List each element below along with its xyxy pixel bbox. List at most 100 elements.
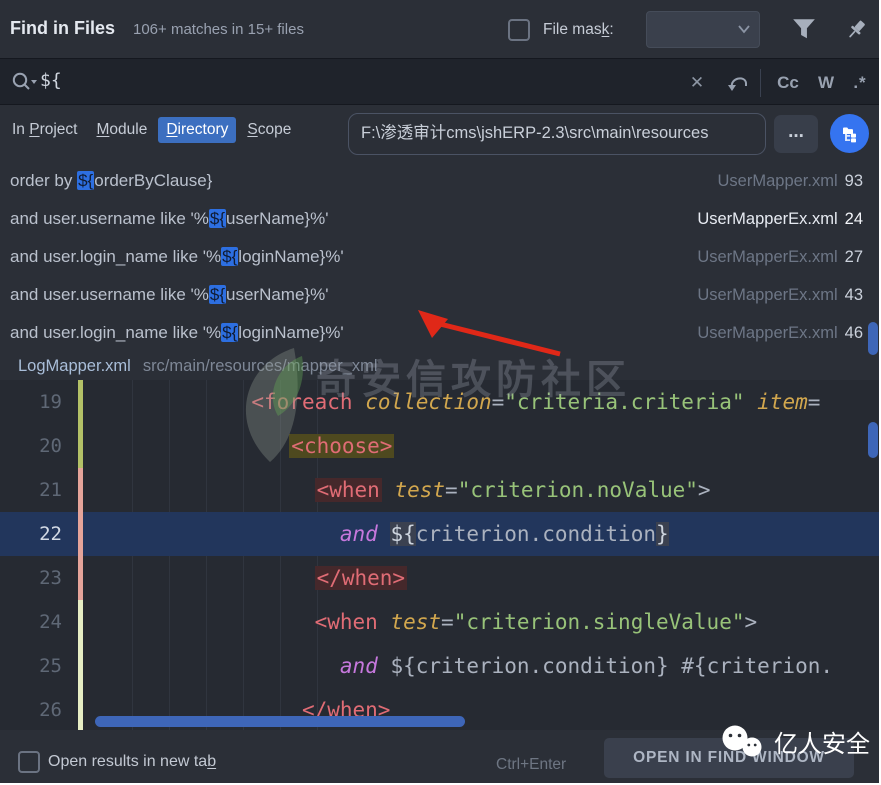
line-number: 19 <box>39 391 62 413</box>
code-segment: <foreach <box>251 390 353 414</box>
scope-structure-button[interactable] <box>830 114 869 153</box>
match-case-toggle[interactable]: Cc <box>770 59 806 106</box>
newline-arrow-icon[interactable] <box>722 59 754 106</box>
vcs-change-marker <box>78 556 83 600</box>
mnemonic-letter: b <box>207 753 217 770</box>
file-mask-checkbox[interactable] <box>508 19 530 41</box>
words-toggle[interactable]: W <box>810 59 842 106</box>
vcs-change-marker <box>78 468 83 512</box>
vcs-change-marker <box>78 380 83 424</box>
mnemonic-letter: k <box>601 21 610 38</box>
line-number: 24 <box>39 611 62 633</box>
code-segment: test <box>394 478 446 502</box>
scope-tabs: In Project Module Directory Scope <box>4 117 302 143</box>
result-row[interactable]: and user.username like '%${userName}%' Us… <box>0 200 879 238</box>
open-results-checkbox[interactable] <box>18 751 40 773</box>
vcs-change-marker <box>78 424 83 468</box>
code-segment: = <box>491 390 505 414</box>
scope-tab-module[interactable]: Module <box>88 117 155 143</box>
code-segment: = <box>807 390 821 414</box>
result-row[interactable]: and user.login_name like '%${loginName}%… <box>0 238 879 276</box>
code-segment: collection <box>365 390 492 414</box>
group-file-name: LogMapper.xml <box>18 356 131 375</box>
scope-tab-scope[interactable]: Scope <box>239 117 299 143</box>
scope-bar: In Project Module Directory Scope F:\渗透审计cm… <box>0 105 879 162</box>
result-line-number: 93 <box>844 171 863 190</box>
vcs-change-marker <box>78 644 83 688</box>
search-match-highlight: ${ <box>208 285 226 304</box>
mnemonic-letter: S <box>247 121 258 138</box>
directory-path-field[interactable]: F:\渗透审计cms\jshERP-2.3\src\main\resources <box>348 113 766 155</box>
pin-icon[interactable] <box>843 17 869 43</box>
result-line-number: 46 <box>844 323 863 342</box>
editor-line-19[interactable]: 19 <foreach collection="criteria.criteri… <box>0 380 879 424</box>
result-file-name: UserMapperEx.xml <box>697 247 838 266</box>
code-text: <when test="criterion.singleValue"> <box>87 610 879 634</box>
editor-line-23[interactable]: 23 </when> <box>0 556 879 600</box>
line-number: 21 <box>39 479 62 501</box>
result-row[interactable]: and user.login_name like '%${loginName}%… <box>0 314 879 352</box>
vcs-change-marker <box>78 512 83 556</box>
result-row[interactable]: and user.username like '%${userName}%' Us… <box>0 276 879 314</box>
mnemonic-letter: M <box>96 121 110 138</box>
editor-vscrollbar[interactable] <box>868 422 878 458</box>
search-input[interactable]: ${ <box>40 70 62 91</box>
result-row[interactable]: order by ${orderByClause} UserMapper.xml 9… <box>0 162 879 200</box>
editor-hscrollbar[interactable] <box>95 716 465 727</box>
search-icon[interactable] <box>10 70 40 94</box>
code-segment: <when <box>314 478 382 502</box>
code-text: </when> <box>87 566 879 590</box>
file-mask-select[interactable] <box>646 11 760 48</box>
line-number: 23 <box>39 567 62 589</box>
code-segment: = <box>441 610 454 634</box>
filter-icon[interactable] <box>791 17 817 41</box>
result-file-name: UserMapperEx.xml <box>697 209 838 228</box>
dialog-header: Find in Files 106+ matches in 15+ files … <box>0 0 879 58</box>
scope-tab-directory[interactable]: Directory <box>158 117 237 143</box>
line-number: 20 <box>39 435 62 457</box>
search-match-highlight: ${ <box>221 247 239 266</box>
result-file-name: UserMapper.xml <box>717 171 838 190</box>
code-segment: item <box>757 390 808 414</box>
result-text: and user.login_name like '%${loginName}%… <box>10 247 344 266</box>
code-text: <when test="criterion.noValue"> <box>87 478 879 502</box>
browse-button[interactable]: ... <box>774 115 818 153</box>
scope-tab-in-project[interactable]: In Project <box>4 117 85 143</box>
code-segment: "criterion.noValue" <box>457 478 698 502</box>
editor-line-21[interactable]: 21 <when test="criterion.noValue"> <box>0 468 879 512</box>
code-text: <choose> <box>87 434 879 458</box>
code-segment: criterion.condition <box>415 522 656 546</box>
result-text: and user.username like '%${userName}%' <box>10 209 329 228</box>
open-in-find-window-button[interactable]: OPEN IN FIND WINDOW <box>604 738 854 778</box>
code-segment: "criteria.criteria" <box>504 390 745 414</box>
dialog-title: Find in Files <box>10 18 116 38</box>
code-segment: test <box>390 610 442 634</box>
find-in-files-dialog: Find in Files 106+ matches in 15+ files … <box>0 0 879 783</box>
results-scrollbar[interactable] <box>868 322 878 355</box>
match-count: 106+ matches in 15+ files <box>133 21 304 38</box>
regex-toggle[interactable]: .* <box>844 59 876 106</box>
toolbar-divider <box>760 69 761 97</box>
code-segment: } <box>655 522 669 546</box>
results-list: order by ${orderByClause} UserMapper.xml 9… <box>0 162 879 352</box>
chevron-down-icon <box>738 25 750 34</box>
code-segment: <choose> <box>289 434 395 458</box>
clear-icon[interactable]: ✕ <box>682 59 712 106</box>
file-group-header[interactable]: LogMapper.xml src/main/resources/mapper_… <box>0 352 879 380</box>
editor-line-20[interactable]: 20 <choose> <box>0 424 879 468</box>
result-file-name: UserMapperEx.xml <box>697 323 838 342</box>
search-match-highlight: ${ <box>221 323 239 342</box>
vcs-change-marker <box>78 600 83 644</box>
editor-line-22[interactable]: 22 and ${criterion.condition} <box>0 512 879 556</box>
editor-line-25[interactable]: 25 and ${criterion.condition} #{criterio… <box>0 644 879 688</box>
code-text: <foreach collection="criteria.criteria" … <box>87 390 879 414</box>
editor-lines: 19 <foreach collection="criteria.criteri… <box>0 380 879 730</box>
code-text: and ${criterion.condition} #{criterion. <box>87 654 879 678</box>
editor-line-24[interactable]: 24 <when test="criterion.singleValue"> <box>0 600 879 644</box>
